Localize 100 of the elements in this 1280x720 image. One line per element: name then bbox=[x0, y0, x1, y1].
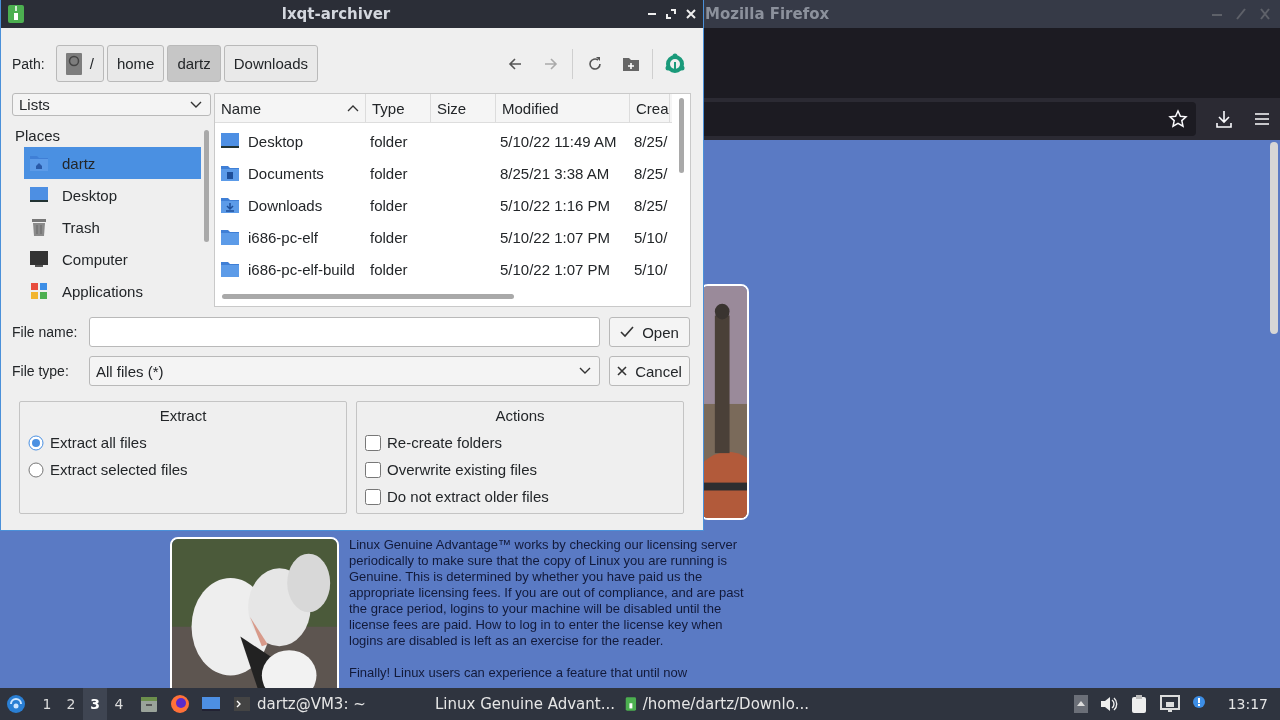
table-cell-text: folder bbox=[369, 195, 409, 216]
checkbox[interactable] bbox=[365, 461, 381, 478]
checkbox-label[interactable]: Overwrite existing files bbox=[387, 461, 538, 478]
desktop-switch[interactable]: 4 bbox=[107, 688, 131, 720]
back-icon[interactable] bbox=[507, 56, 522, 71]
place-item[interactable]: Desktop bbox=[24, 179, 201, 211]
window-title: lxqt-archiver bbox=[280, 5, 392, 23]
section-header: Places bbox=[14, 126, 62, 146]
scrollbar-thumb[interactable] bbox=[1270, 142, 1278, 334]
radio-label[interactable]: Extract selected files bbox=[50, 461, 188, 478]
column-header[interactable]: Size bbox=[431, 94, 496, 122]
archive-icon bbox=[625, 694, 637, 714]
table-cell-text: folder bbox=[369, 259, 409, 280]
file-name[interactable]: Documents bbox=[248, 164, 324, 182]
checkbox-label[interactable]: Do not extract older files bbox=[387, 488, 549, 505]
place-item[interactable]: Applications bbox=[24, 275, 201, 307]
file-name[interactable]: Desktop bbox=[248, 132, 304, 150]
terminal-icon bbox=[233, 695, 251, 713]
clock: 13:17 bbox=[1227, 696, 1268, 712]
checkbox[interactable] bbox=[365, 488, 381, 505]
desktop-switch[interactable]: 3 bbox=[83, 688, 107, 720]
folder-icon bbox=[220, 259, 240, 279]
table-cell-text: folder bbox=[369, 227, 409, 248]
path-button[interactable]: home bbox=[106, 45, 165, 82]
desktop-icon bbox=[29, 185, 49, 205]
home-icon bbox=[29, 153, 49, 173]
network-icon[interactable] bbox=[1159, 695, 1180, 713]
radio-button[interactable] bbox=[28, 434, 44, 451]
table-cell-text: 8/25/ bbox=[633, 131, 669, 152]
table-cell-text: folder bbox=[369, 131, 409, 152]
file-name-field[interactable] bbox=[89, 317, 600, 347]
refresh-icon[interactable] bbox=[586, 55, 603, 72]
group-title: Extract bbox=[158, 407, 208, 424]
app-menu-icon[interactable] bbox=[5, 693, 27, 715]
paragraph: Finally! Linux users can experience a feature that until now bbox=[349, 665, 689, 681]
file-name[interactable]: i686-pc-elf bbox=[248, 228, 319, 246]
radio-label[interactable]: Extract all files bbox=[50, 434, 147, 451]
chevron-icon bbox=[190, 100, 202, 109]
taskbar-button[interactable]: dartz@VM3: ~ bbox=[227, 688, 423, 720]
download-icon[interactable] bbox=[1214, 109, 1234, 129]
path-button[interactable]: Downloads bbox=[223, 45, 318, 82]
taskbar-button[interactable]: /home/dartz/Downlo... bbox=[619, 688, 815, 720]
column-header[interactable]: Name bbox=[215, 94, 366, 122]
table-cell-text: 5/10/22 1:16 PM bbox=[499, 195, 612, 216]
close-icon bbox=[617, 366, 628, 376]
place-item[interactable]: dartz bbox=[24, 147, 201, 179]
grid-icon bbox=[29, 281, 49, 301]
volume-icon[interactable] bbox=[1099, 696, 1118, 712]
open-button[interactable]: Open bbox=[609, 317, 690, 347]
archive-icon bbox=[7, 4, 25, 24]
desktop-icon bbox=[220, 131, 240, 151]
scrollbar-thumb[interactable] bbox=[222, 293, 514, 299]
folder-icon bbox=[220, 195, 240, 215]
table-cell-text: 5/10/22 1:07 PM bbox=[499, 227, 612, 248]
scrollbar-thumb[interactable] bbox=[678, 98, 684, 173]
star-icon[interactable] bbox=[1168, 109, 1188, 129]
view-dropdown[interactable]: Lists bbox=[12, 93, 211, 116]
monitor-icon bbox=[29, 249, 49, 269]
desktop-icon[interactable] bbox=[201, 694, 221, 714]
path-button[interactable]: dartz bbox=[167, 45, 221, 82]
table-cell-text: 5/10/ bbox=[633, 259, 669, 280]
radio-button[interactable] bbox=[28, 461, 44, 478]
checkbox[interactable] bbox=[365, 434, 381, 451]
drawer-icon[interactable] bbox=[139, 694, 159, 714]
table-cell-text: folder bbox=[369, 163, 409, 184]
place-item[interactable]: Computer bbox=[24, 243, 201, 275]
table-cell-text: 8/25/21 3:38 AM bbox=[499, 163, 611, 184]
file-name[interactable]: Downloads bbox=[248, 196, 323, 214]
window-title: Mozilla Firefox bbox=[705, 5, 831, 23]
column-header[interactable]: Type bbox=[366, 94, 431, 122]
folder-icon bbox=[220, 227, 240, 247]
field-label: File type: bbox=[12, 363, 70, 379]
scrollbar-thumb[interactable] bbox=[203, 130, 209, 242]
clipboard-icon[interactable] bbox=[1129, 694, 1148, 714]
table-cell-text: 8/25/ bbox=[633, 163, 669, 184]
drive-icon bbox=[65, 52, 82, 75]
place-item[interactable]: Trash bbox=[24, 211, 201, 243]
table-cell-text: 5/10/ bbox=[633, 227, 669, 248]
caret-icon bbox=[347, 104, 359, 112]
path-label: Path: bbox=[12, 55, 45, 72]
new-folder-icon[interactable] bbox=[622, 56, 639, 71]
checkbox-label[interactable]: Re-create folders bbox=[387, 434, 503, 451]
file-name[interactable]: i686-pc-elf-build bbox=[248, 260, 355, 278]
table-cell-text: 8/25/ bbox=[633, 195, 669, 216]
desktop-switch[interactable]: 1 bbox=[35, 688, 59, 720]
field-label: File name: bbox=[12, 324, 79, 340]
file-type-dropdown[interactable]: All files (*) bbox=[89, 356, 600, 386]
trash-icon bbox=[29, 217, 49, 237]
desktop-switch[interactable]: 2 bbox=[59, 688, 83, 720]
globe-icon[interactable] bbox=[170, 694, 190, 714]
taskbar-button[interactable]: Linux Genuine Advant... bbox=[423, 688, 619, 720]
ring-icon[interactable] bbox=[663, 52, 686, 75]
column-header[interactable]: Crea bbox=[630, 94, 670, 122]
group-title: Actions bbox=[494, 407, 546, 424]
path-button[interactable]: / bbox=[55, 45, 104, 82]
table-cell-text: 5/10/22 11:49 AM bbox=[499, 131, 618, 152]
column-header[interactable]: Modified bbox=[496, 94, 630, 122]
folder-icon bbox=[220, 163, 240, 183]
close-icon[interactable] bbox=[685, 8, 697, 20]
cancel-button[interactable]: Cancel bbox=[609, 356, 690, 386]
